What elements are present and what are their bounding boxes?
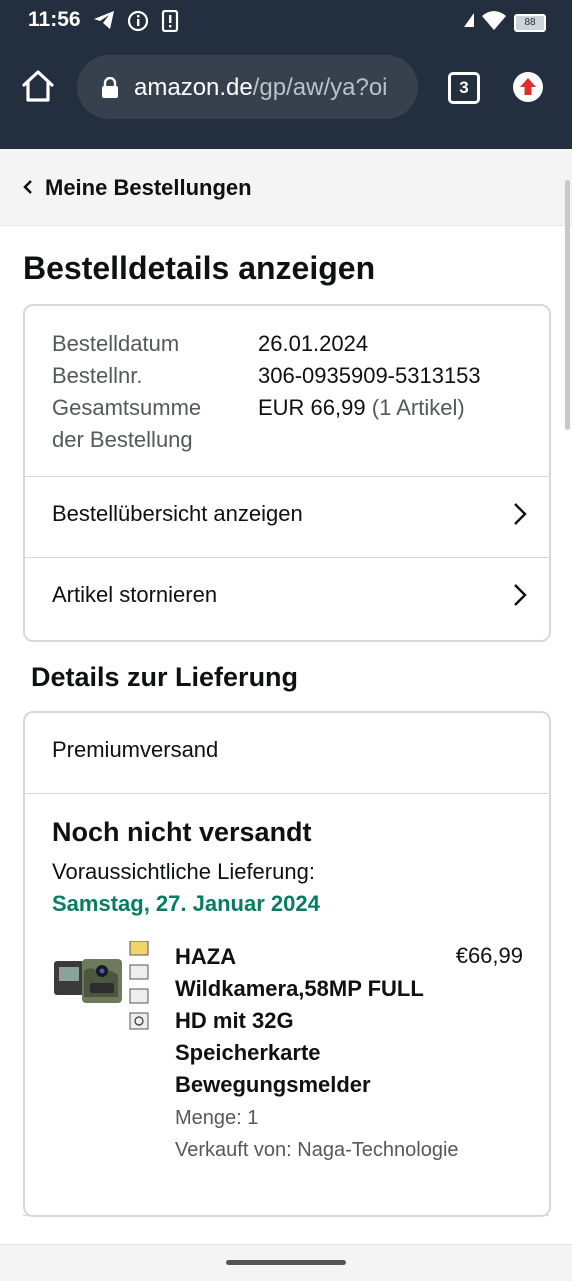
sim-alert-icon [161,9,179,37]
lock-icon [101,76,119,104]
divider [23,1215,549,1216]
shipping-status: Noch nicht versandt [52,817,312,847]
shipping-type: Premiumversand [52,737,219,762]
chevron-right-icon [513,583,527,612]
tab-switcher-button[interactable]: 3 [448,72,480,104]
eta-date: Samstag, 27. Januar 2024 [52,891,320,916]
page-title: Bestelldetails anzeigen [23,250,376,286]
update-icon[interactable] [513,72,543,102]
breadcrumb-label[interactable]: Meine Bestellungen [45,175,252,201]
order-total-amount: EUR 66,99 [258,395,366,420]
signal-icon [464,13,474,32]
chevron-right-icon [513,502,527,531]
order-info-card: Bestelldatum 26.01.2024 Bestellnr. 306-0… [23,304,551,642]
order-overview-link[interactable]: Bestellübersicht anzeigen [25,477,549,557]
scrollbar[interactable] [565,180,570,430]
product-seller: Verkauft von: Naga-Technologie [175,1139,459,1161]
telegram-icon [93,10,115,37]
order-number-label: Bestellnr. [52,363,143,388]
order-total-row: Gesamtsumme der Bestellung EUR 66,99 (1 A… [52,392,481,456]
url-host: amazon.de [134,74,253,101]
order-number-value: 306-0935909-5313153 [258,363,481,388]
cancel-items-label[interactable]: Artikel stornieren [52,582,217,608]
delivery-section-title: Details zur Lieferung [31,662,299,692]
product-quantity: Menge: 1 [175,1107,259,1129]
status-bar: 11:56 88 [0,0,572,42]
order-total-items: (1 Artikel) [371,395,465,420]
product-price: €66,99 [455,943,523,968]
order-total-label: Gesamtsumme der Bestellung [52,392,258,456]
url-text[interactable]: amazon.de/gp/aw/ya?oi [134,74,409,102]
breadcrumb[interactable]: Meine Bestellungen [0,149,572,226]
url-bar[interactable]: amazon.de/gp/aw/ya?oi [77,55,418,119]
url-path: /gp/aw/ya?oi [252,74,388,101]
order-date-value: 26.01.2024 [258,331,369,356]
chevron-left-icon [22,179,34,200]
order-total-value: EUR 66,99 (1 Artikel) [258,392,465,456]
product-title-link[interactable]: HAZA Wildkamera,58MP FULL HD mit 32G Spe… [175,941,425,1101]
system-nav-bar [0,1244,572,1281]
order-date-row: Bestelldatum 26.01.2024 [52,328,481,360]
order-total-label-line2: der Bestellung [52,427,193,452]
order-date-label: Bestelldatum [52,331,180,356]
order-number-row: Bestellnr. 306-0935909-5313153 [52,360,481,392]
order-total-label-line1: Gesamtsumme [52,395,202,420]
home-icon[interactable] [20,68,56,104]
status-time: 11:56 [28,8,81,31]
divider [25,793,549,794]
order-overview-label[interactable]: Bestellübersicht anzeigen [52,501,303,527]
browser-toolbar: amazon.de/gp/aw/ya?oi 3 [0,42,572,132]
wifi-icon [482,10,506,35]
battery-icon: 88 [514,13,546,32]
cancel-items-link[interactable]: Artikel stornieren [25,558,549,638]
eta-label: Voraussichtliche Lieferung: [52,859,315,884]
delivery-card: Premiumversand Noch nicht versandt Vorau… [23,711,551,1217]
info-icon [127,10,149,37]
gesture-handle[interactable] [226,1260,346,1265]
product-image[interactable] [52,940,156,1031]
header-strip [0,132,572,149]
